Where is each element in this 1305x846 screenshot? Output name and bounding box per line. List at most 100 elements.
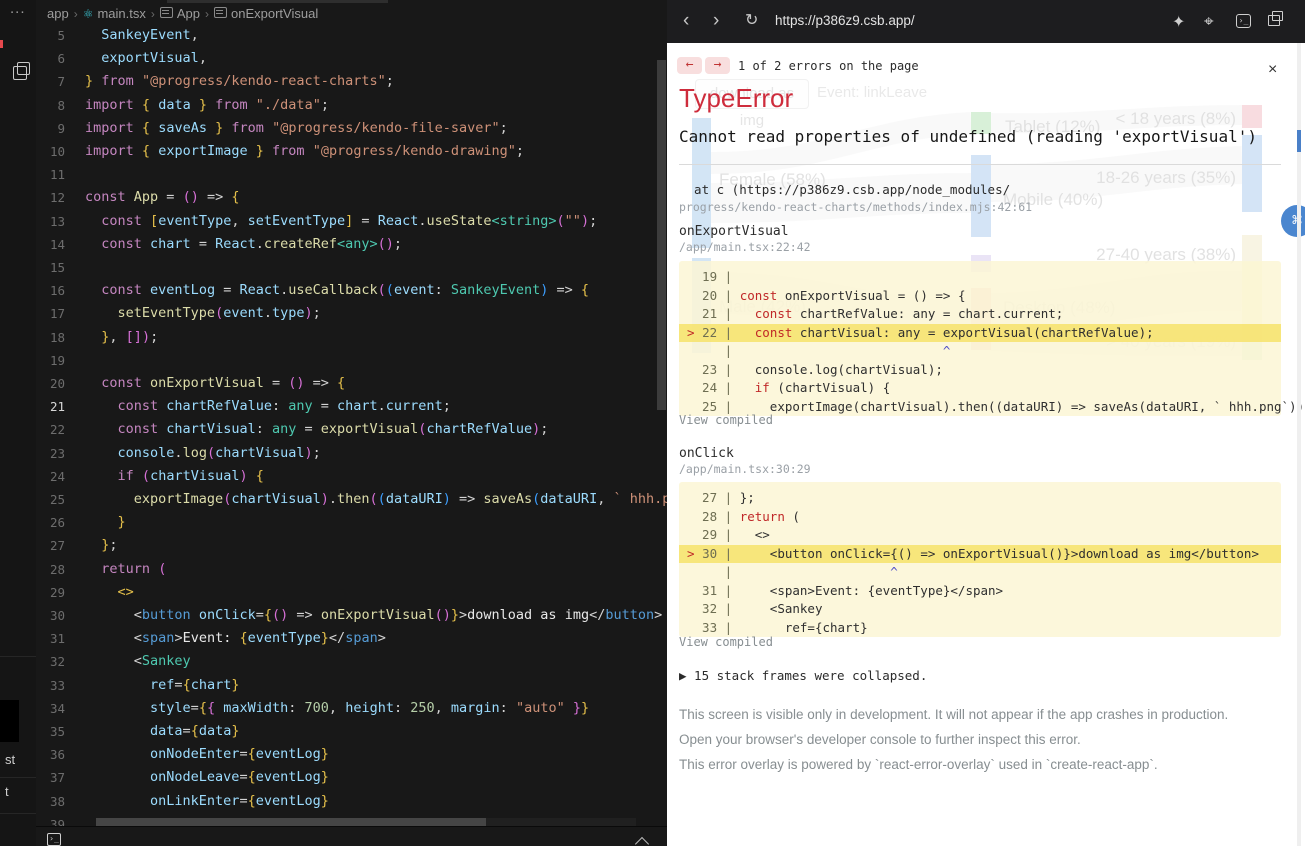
line-number[interactable]: 38 bbox=[36, 790, 65, 813]
url-bar[interactable]: https://p386z9.csb.app/ bbox=[775, 13, 915, 28]
code-line[interactable]: 20 const onExportVisual = () => { bbox=[36, 372, 667, 395]
terminal-icon[interactable]: ›_ bbox=[47, 833, 61, 846]
line-number[interactable]: 28 bbox=[36, 558, 65, 581]
line-number[interactable]: 24 bbox=[36, 465, 65, 488]
line-number[interactable]: 22 bbox=[36, 418, 65, 441]
line-number[interactable]: 9 bbox=[36, 117, 65, 140]
code-line[interactable]: 27 }; bbox=[36, 534, 667, 557]
line-number[interactable]: 19 bbox=[36, 349, 65, 372]
chevron-up-icon[interactable] bbox=[635, 837, 649, 846]
code-line[interactable]: 17 setEventType(event.type); bbox=[36, 302, 667, 325]
code-line[interactable]: 22 const chartVisual: any = exportVisual… bbox=[36, 418, 667, 441]
line-number[interactable]: 26 bbox=[36, 511, 65, 534]
code-line[interactable]: 19 bbox=[36, 349, 667, 372]
console-icon[interactable]: ›_ bbox=[1236, 14, 1251, 28]
refresh-icon[interactable]: ↻ bbox=[745, 9, 758, 33]
code-token: button bbox=[605, 607, 654, 623]
restore-windows-icon[interactable] bbox=[13, 66, 27, 80]
code-line[interactable]: 14 const chart = React.createRef<any>(); bbox=[36, 233, 667, 256]
line-number[interactable]: 21 bbox=[36, 395, 65, 418]
code-line[interactable]: 21 const chartRefValue: any = chart.curr… bbox=[36, 395, 667, 418]
code-line[interactable]: 38 onLinkEnter={eventLog} bbox=[36, 790, 667, 813]
crosshair-icon[interactable]: ⌖ bbox=[1204, 12, 1214, 32]
code-line[interactable]: 7} from "@progress/kendo-react-charts"; bbox=[36, 70, 667, 93]
code-line[interactable]: 34 style={{ maxWidth: 700, height: 250, … bbox=[36, 697, 667, 720]
line-number[interactable]: 15 bbox=[36, 256, 65, 279]
next-error-button[interactable]: → bbox=[705, 57, 730, 74]
back-icon[interactable]: ‹ bbox=[683, 9, 689, 33]
sparkle-icon[interactable]: ✦ bbox=[1172, 12, 1185, 32]
preview-scrollbar-track[interactable] bbox=[1297, 43, 1301, 846]
code-line[interactable]: 12const App = () => { bbox=[36, 186, 667, 209]
line-number[interactable]: 37 bbox=[36, 766, 65, 789]
code-area[interactable]: 5 SankeyEvent,6 exportVisual,7} from "@p… bbox=[36, 24, 667, 824]
line-number[interactable]: 29 bbox=[36, 581, 65, 604]
line-number[interactable]: 10 bbox=[36, 140, 65, 163]
preview-scrollbar-thumb[interactable] bbox=[1297, 130, 1301, 152]
breadcrumb-item-onExportVisual[interactable]: onExportVisual bbox=[231, 6, 318, 21]
previous-error-button[interactable]: ← bbox=[677, 57, 702, 74]
code-line[interactable]: 31 <span>Event: {eventType}</span> bbox=[36, 627, 667, 650]
code-line[interactable]: 30 <button onClick={() => onExportVisual… bbox=[36, 604, 667, 627]
view-compiled-link[interactable]: View compiled bbox=[679, 635, 773, 649]
code-line[interactable]: 23 console.log(chartVisual); bbox=[36, 442, 667, 465]
line-number[interactable]: 8 bbox=[36, 94, 65, 117]
code-line[interactable]: 11 bbox=[36, 163, 667, 186]
forward-icon[interactable]: › bbox=[713, 9, 719, 33]
line-number[interactable]: 16 bbox=[36, 279, 65, 302]
line-number[interactable]: 11 bbox=[36, 163, 65, 186]
code-line[interactable]: 24 if (chartVisual) { bbox=[36, 465, 667, 488]
collapsed-stack-frames-toggle[interactable]: ▶ 15 stack frames were collapsed. bbox=[679, 668, 927, 683]
code-line[interactable]: 29 <> bbox=[36, 581, 667, 604]
line-number[interactable]: 25 bbox=[36, 488, 65, 511]
line-number[interactable]: 13 bbox=[36, 210, 65, 233]
code-line[interactable]: 8import { data } from "./data"; bbox=[36, 94, 667, 117]
more-actions-icon[interactable]: ... bbox=[10, 0, 26, 17]
code-line[interactable]: 13 const [eventType, setEventType] = Rea… bbox=[36, 210, 667, 233]
line-number[interactable]: 23 bbox=[36, 442, 65, 465]
view-compiled-link[interactable]: View compiled bbox=[679, 413, 773, 427]
editor-horizontal-scrollbar[interactable] bbox=[96, 818, 486, 826]
line-number[interactable]: 12 bbox=[36, 186, 65, 209]
code-line[interactable]: 10import { exportImage } from "@progress… bbox=[36, 140, 667, 163]
line-number[interactable]: 30 bbox=[36, 604, 65, 627]
line-number[interactable]: 27 bbox=[36, 534, 65, 557]
code-line[interactable]: 6 exportVisual, bbox=[36, 47, 667, 70]
breadcrumb-item-main.tsx[interactable]: main.tsx bbox=[97, 6, 145, 21]
editor-vertical-scrollbar[interactable] bbox=[657, 60, 666, 410]
code-line[interactable]: 9import { saveAs } from "@progress/kendo… bbox=[36, 117, 667, 140]
line-number[interactable]: 5 bbox=[36, 24, 65, 47]
line-number[interactable]: 31 bbox=[36, 627, 65, 650]
code-line[interactable]: 16 const eventLog = React.useCallback((e… bbox=[36, 279, 667, 302]
open-in-new-window-icon[interactable] bbox=[1268, 15, 1280, 26]
line-number[interactable]: 20 bbox=[36, 372, 65, 395]
codesandbox-menu-button[interactable]: ⌘ bbox=[1281, 205, 1305, 237]
line-number[interactable]: 35 bbox=[36, 720, 65, 743]
code-line[interactable]: 36 onNodeEnter={eventLog} bbox=[36, 743, 667, 766]
code-token bbox=[142, 213, 150, 229]
code-line[interactable]: 28 return ( bbox=[36, 558, 667, 581]
code-line[interactable]: 5 SankeyEvent, bbox=[36, 24, 667, 47]
close-overlay-icon[interactable]: × bbox=[1268, 61, 1277, 79]
breadcrumb-item-app[interactable]: app bbox=[47, 6, 69, 21]
code-line[interactable]: 32 <Sankey bbox=[36, 650, 667, 673]
code-line[interactable]: 25 exportImage(chartVisual).then((dataUR… bbox=[36, 488, 667, 511]
line-number[interactable]: 14 bbox=[36, 233, 65, 256]
code-line[interactable]: 15 bbox=[36, 256, 667, 279]
line-number[interactable]: 6 bbox=[36, 47, 65, 70]
line-number[interactable]: 36 bbox=[36, 743, 65, 766]
line-number[interactable]: 34 bbox=[36, 697, 65, 720]
code-token: { bbox=[142, 120, 150, 136]
line-number[interactable]: 32 bbox=[36, 650, 65, 673]
line-number[interactable]: 33 bbox=[36, 674, 65, 697]
line-number[interactable]: 18 bbox=[36, 326, 65, 349]
code-line[interactable]: 26 } bbox=[36, 511, 667, 534]
line-number[interactable]: 7 bbox=[36, 70, 65, 93]
code-line[interactable]: 18 }, []); bbox=[36, 326, 667, 349]
code-line[interactable]: 33 ref={chart} bbox=[36, 674, 667, 697]
line-number[interactable]: 17 bbox=[36, 302, 65, 325]
code-line[interactable]: 37 onNodeLeave={eventLog} bbox=[36, 766, 667, 789]
breadcrumb-item-App[interactable]: App bbox=[177, 6, 200, 21]
code-frame-line: | ^ bbox=[679, 563, 1281, 582]
code-line[interactable]: 35 data={data} bbox=[36, 720, 667, 743]
